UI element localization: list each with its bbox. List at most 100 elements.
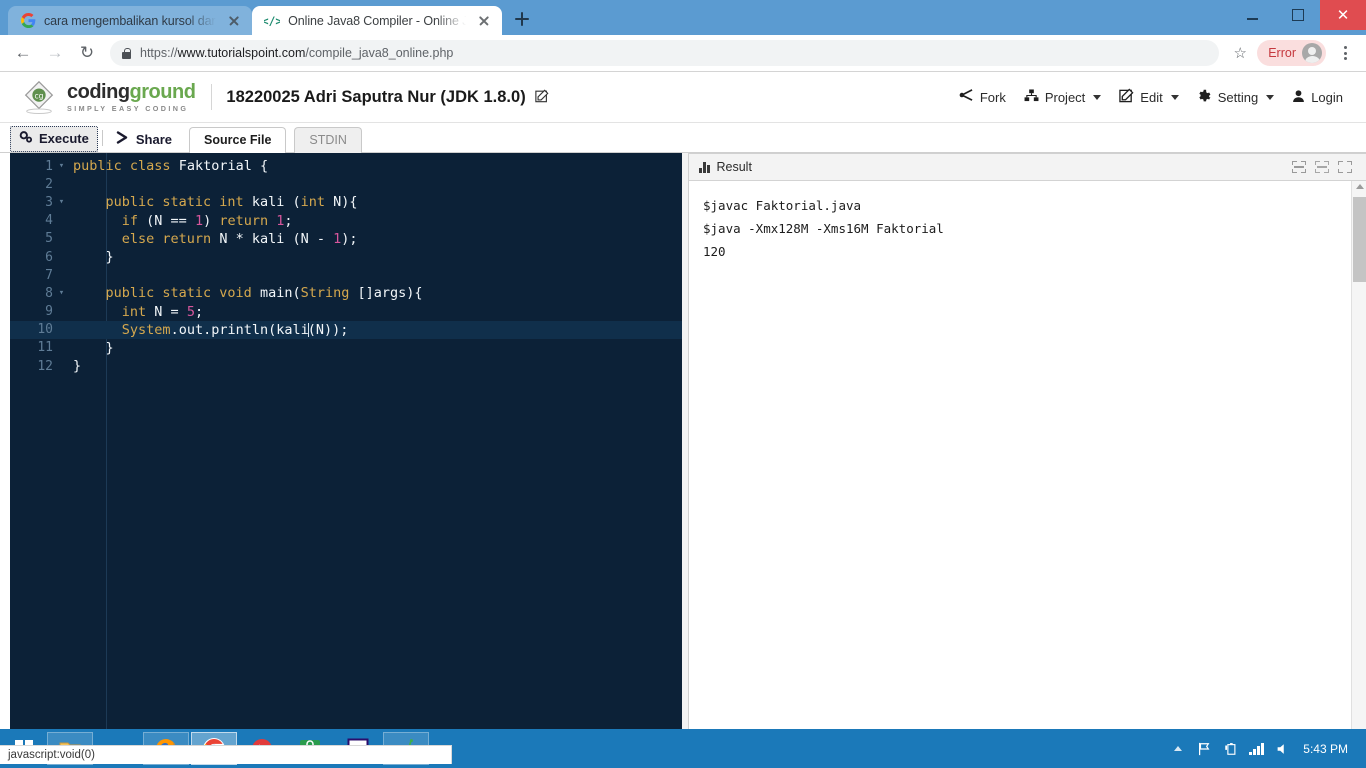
bookmark-star-icon[interactable]: ☆ — [1227, 44, 1253, 62]
nav-login[interactable]: Login — [1283, 85, 1352, 110]
back-button[interactable]: ← — [8, 38, 38, 68]
execute-button[interactable]: Execute — [10, 126, 98, 152]
nav-label: Fork — [979, 89, 1006, 105]
code-token: ) — [203, 212, 220, 229]
share-label: Share — [135, 131, 173, 147]
code-token: return — [219, 212, 277, 229]
kebab-menu-icon[interactable] — [1332, 46, 1358, 60]
code-line[interactable]: 12} — [10, 357, 682, 375]
fold-arrow-icon[interactable]: ▾ — [55, 288, 68, 298]
code-line[interactable]: 9 int N = 5; — [10, 303, 682, 321]
browser-tab-1[interactable]: </> Online Java8 Compiler - Online J — [252, 6, 503, 35]
browser-window: cara mengembalikan kursol dari </> Onlin… — [0, 0, 1366, 764]
code-line[interactable]: 5 else return N * kali (N - 1); — [10, 230, 682, 248]
url-path: /compile_java8_online.php — [305, 46, 454, 60]
scroll-up-icon[interactable] — [1355, 184, 1364, 189]
avatar — [1302, 43, 1322, 63]
code-text: } — [68, 249, 114, 265]
tab-source-file[interactable]: Source File — [189, 127, 287, 153]
line-number: 6 — [45, 249, 53, 265]
logo-word-coding: coding — [67, 80, 130, 103]
code-token: N * kali (N - — [219, 230, 334, 247]
maximize-button[interactable] — [1275, 0, 1320, 30]
output-line: $java -Xmx128M -Xms16M Faktorial — [703, 221, 944, 236]
share-button[interactable]: Share — [107, 127, 181, 152]
code-token: public static int — [105, 194, 252, 211]
flag-icon[interactable] — [1191, 729, 1217, 768]
result-window-icons — [1292, 161, 1358, 173]
close-icon[interactable] — [476, 13, 492, 29]
close-window-button[interactable]: ✕ — [1320, 0, 1366, 30]
code-token: main( — [259, 285, 301, 302]
codingground-logo[interactable]: cg codingground SIMPLY EASY CODING — [20, 78, 196, 116]
bar-chart-icon — [699, 161, 710, 173]
code-editor[interactable]: 1 ▾ public class Faktorial {2 3 ▾ public sta… — [10, 153, 682, 763]
browser-tab-0[interactable]: cara mengembalikan kursol dari — [8, 6, 253, 35]
google-g-icon — [20, 13, 36, 29]
code-token: ); — [341, 230, 358, 247]
code-text: int N = 5; — [68, 304, 203, 320]
minimize-button[interactable] — [1230, 0, 1275, 30]
code-token: ; — [194, 303, 204, 320]
header-divider — [211, 84, 213, 110]
tab-stdin[interactable]: STDIN — [294, 127, 362, 153]
nav-project[interactable]: Project — [1015, 85, 1110, 109]
nav-edit[interactable]: Edit — [1110, 84, 1187, 110]
restore-icon[interactable] — [1315, 161, 1329, 173]
scrollbar-thumb[interactable] — [1353, 197, 1366, 282]
line-number: 2 — [45, 176, 53, 192]
address-bar[interactable]: https://www.tutorialspoint.com/compile_j… — [110, 40, 1220, 66]
new-tab-button[interactable] — [508, 5, 536, 33]
page-content: cg codingground SIMPLY EASY CODING 18220… — [0, 72, 1366, 764]
close-icon: ✕ — [1336, 6, 1350, 24]
close-icon[interactable] — [226, 13, 242, 29]
code-token: int — [300, 194, 334, 211]
workspace: 1 ▾ public class Faktorial {2 3 ▾ public sta… — [0, 153, 1366, 763]
site-header: cg codingground SIMPLY EASY CODING 18220… — [0, 72, 1366, 123]
chevron-up-icon[interactable] — [1165, 729, 1191, 768]
code-token: (N)); — [307, 321, 349, 338]
edit-pencil-icon[interactable] — [534, 89, 549, 106]
profile-error-badge[interactable]: Error — [1257, 40, 1326, 66]
code-line[interactable]: 4 if (N == 1) return 1; — [10, 212, 682, 230]
reload-button[interactable]: ↻ — [72, 38, 102, 68]
collapse-icon[interactable] — [1292, 161, 1306, 173]
code-text: public static void main(String []args){ — [68, 285, 423, 301]
code-line[interactable]: 10 System.out.println(kali(N)); — [10, 320, 682, 339]
battery-icon[interactable] — [1217, 729, 1243, 768]
code-line[interactable]: 2 — [10, 175, 682, 193]
browser-tabstrip: cara mengembalikan kursol dari </> Onlin… — [0, 0, 1366, 35]
result-panel: Result $javac Faktorial.java $java -Xmx1… — [688, 153, 1366, 763]
code-token: public — [73, 158, 130, 175]
fold-arrow-icon[interactable]: ▾ — [55, 197, 68, 207]
line-number: 4 — [45, 213, 53, 229]
nav-setting[interactable]: Setting — [1188, 84, 1283, 110]
line-number: 3 — [45, 194, 53, 210]
code-token: if — [121, 212, 147, 229]
fold-arrow-icon[interactable]: ▾ — [55, 161, 68, 171]
code-brackets-icon: </> — [264, 13, 280, 29]
result-scrollbar[interactable] — [1351, 181, 1366, 762]
code-line[interactable]: 7 — [10, 266, 682, 284]
code-line[interactable]: 6 } — [10, 248, 682, 266]
browser-tab-title: cara mengembalikan kursol dari — [44, 13, 219, 28]
code-line[interactable]: 3 ▾ public static int kali (int N){ — [10, 193, 682, 211]
code-token: else return — [121, 230, 220, 247]
result-output: $javac Faktorial.java $java -Xmx128M -Xm… — [689, 181, 1366, 762]
nav-label: Edit — [1140, 89, 1163, 105]
forward-button[interactable]: → — [40, 38, 70, 68]
status-bar: javascript:void(0) — [0, 745, 452, 764]
speaker-icon[interactable] — [1269, 729, 1295, 768]
wifi-signal-icon[interactable] — [1243, 729, 1269, 768]
nav-fork[interactable]: Fork — [950, 85, 1015, 109]
code-text: public static int kali (int N){ — [68, 194, 358, 210]
code-text: public class Faktorial { — [68, 158, 268, 174]
maximize-icon[interactable] — [1338, 161, 1352, 173]
url-host: www.tutorialspoint.com — [177, 46, 306, 60]
code-line[interactable]: 11 } — [10, 339, 682, 357]
code-line[interactable]: 1 ▾ public class Faktorial { — [10, 157, 682, 175]
gears-icon — [19, 130, 33, 147]
code-line[interactable]: 8 ▾ public static void main(String []args… — [10, 284, 682, 302]
clock[interactable]: 5:43 PM — [1295, 742, 1360, 756]
